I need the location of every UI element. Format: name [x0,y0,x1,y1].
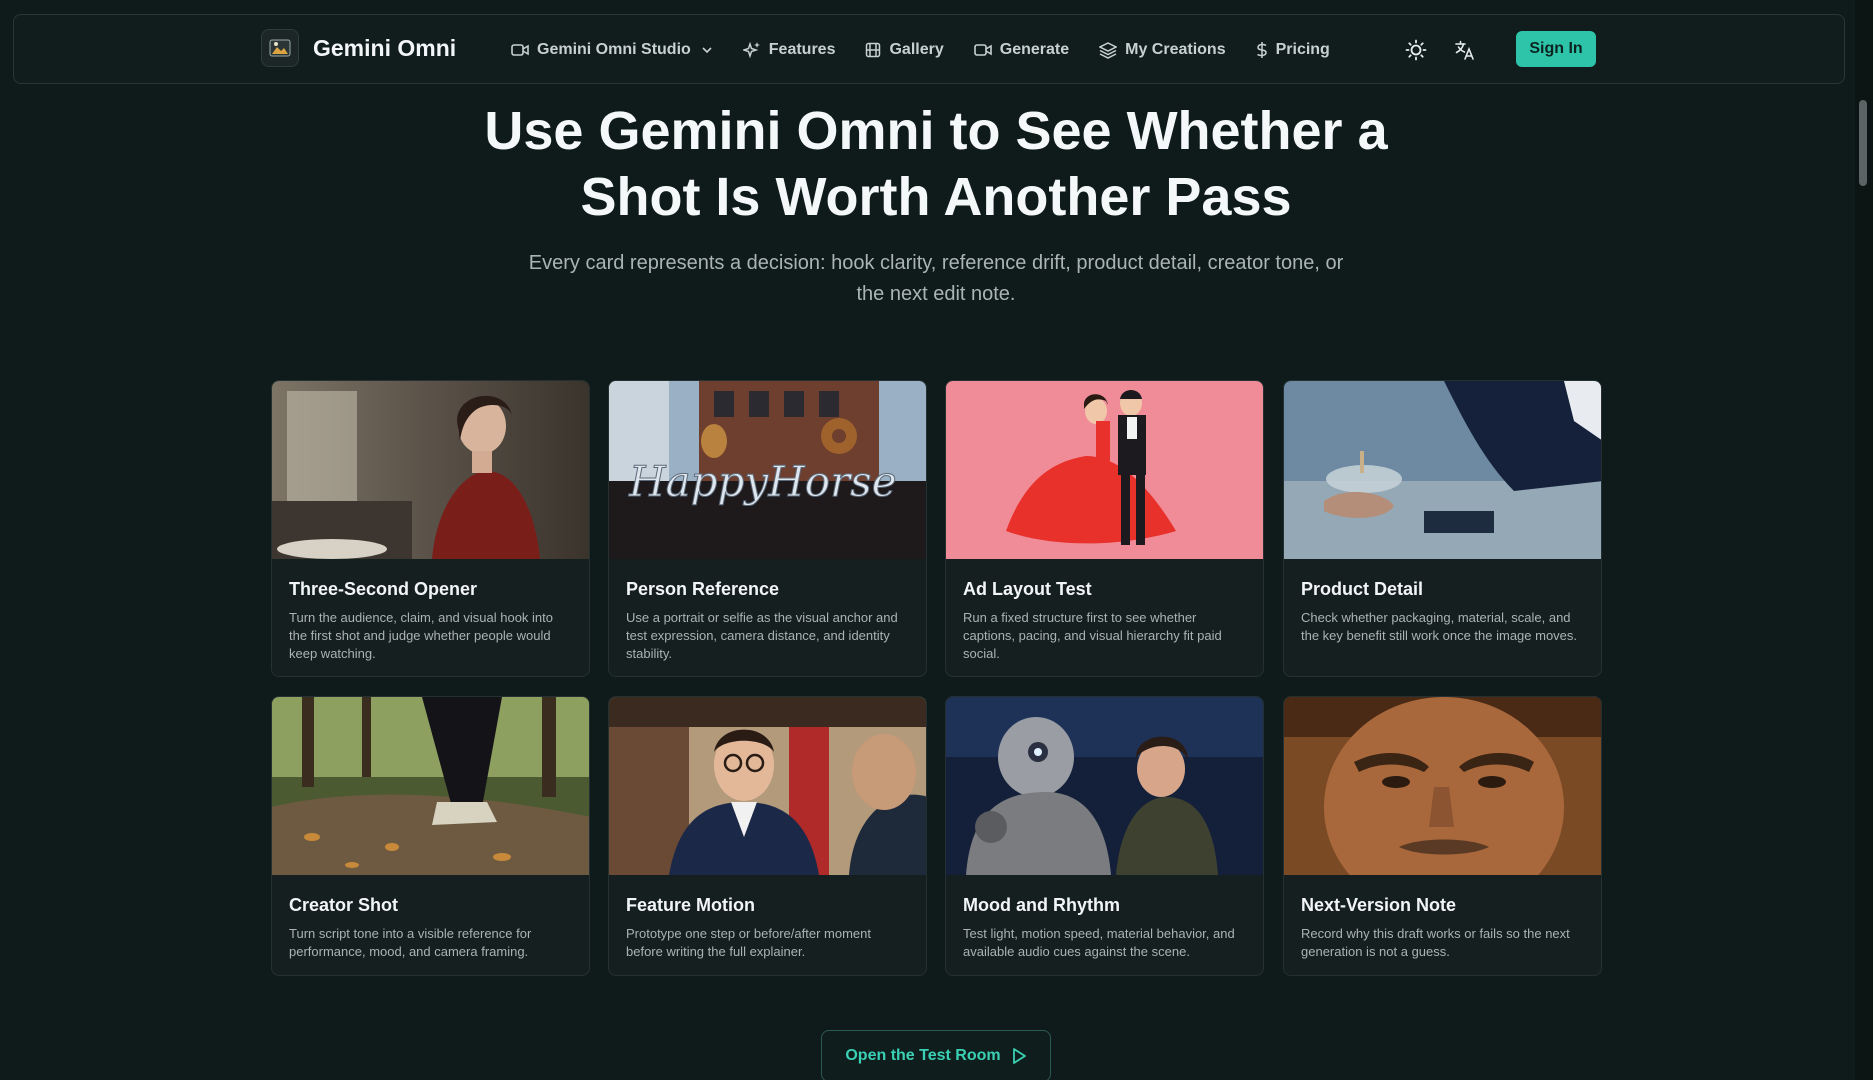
card-image [1284,381,1601,559]
dollar-icon [1256,42,1267,58]
sun-icon [1405,39,1427,61]
card-description: Record why this draft works or fails so … [1301,926,1570,959]
nav-label: My Creations [1125,41,1226,58]
translate-icon [1455,40,1474,60]
nav-label: Gemini Omni Studio [537,41,691,58]
card-three-second-opener[interactable]: Three-Second Opener Turn the audience, c… [271,380,590,677]
open-test-room-button[interactable]: Open the Test Room [821,1030,1051,1080]
card-image [946,381,1263,559]
card-title: Ad Layout Test [963,579,1092,599]
card-description: Use a portrait or selfie as the visual a… [626,610,898,661]
card-feature-motion[interactable]: Feature Motion Prototype one step or bef… [608,696,927,976]
nav-item-features[interactable]: Features [742,41,836,59]
video-icon [973,44,992,56]
card-title: Person Reference [626,579,780,599]
hero-subtitle: Every card represents a decision: hook c… [528,252,1344,305]
card-title: Next-Version Note [1301,895,1457,915]
card-image [946,697,1263,875]
layers-icon [1099,42,1118,59]
scrollbar-thumb[interactable] [1859,100,1867,186]
card-product-detail[interactable]: Product Detail Check whether packaging, … [1283,380,1602,677]
cta-label: Open the Test Room [845,1047,1001,1064]
card-description: Turn script tone into a visible referenc… [289,926,532,959]
card-title: Three-Second Opener [289,579,478,599]
page-scrollbar[interactable] [1855,0,1873,1080]
card-image [1284,697,1601,875]
card-title: Feature Motion [626,895,755,915]
card-ad-layout-test[interactable]: Ad Layout Test Run a fixed structure fir… [945,380,1264,677]
nav-item-pricing[interactable]: Pricing [1256,41,1330,59]
language-button[interactable] [1452,37,1478,63]
nav-item-studio[interactable]: Gemini Omni Studio [511,41,713,59]
nav-item-generate[interactable]: Generate [973,41,1070,59]
card-image: HappyHorse [609,381,926,559]
storefront-sign-text: HappyHorse [628,457,897,506]
card-description: Prototype one step or before/after momen… [626,926,871,959]
nav-item-gallery[interactable]: Gallery [865,41,944,59]
card-description: Run a fixed structure first to see wheth… [963,610,1222,661]
card-description: Test light, motion speed, material behav… [963,926,1235,959]
video-icon [511,44,529,56]
card-description: Check whether packaging, material, scale… [1301,610,1578,643]
card-image [272,697,589,875]
nav-item-my-creations[interactable]: My Creations [1099,41,1226,59]
main-nav: Gemini Omni Studio Features Gallery Gene… [511,15,1360,85]
card-title: Mood and Rhythm [963,895,1120,915]
chevron-down-icon [702,47,712,54]
nav-label: Gallery [889,41,944,58]
nav-label: Generate [999,41,1070,58]
card-person-reference[interactable]: HappyHorse Person Reference Use a portra… [608,380,927,677]
card-mood-and-rhythm[interactable]: Mood and Rhythm Test light, motion speed… [945,696,1264,976]
top-navigation-bar: Gemini Omni Gemini Omni Studio Features … [13,14,1845,84]
card-image [272,381,589,559]
card-creator-shot[interactable]: Creator Shot Turn script tone into a vis… [271,696,590,976]
play-icon [1012,1048,1026,1064]
logo-icon [261,29,299,67]
card-title: Creator Shot [289,895,399,915]
brand-logo[interactable]: Gemini Omni [261,29,456,67]
theme-toggle-button[interactable] [1403,37,1429,63]
sparkles-icon [742,41,760,59]
card-description: Turn the audience, claim, and visual hoo… [289,610,554,661]
card-image [609,697,926,875]
card-title: Product Detail [1301,579,1424,599]
film-icon [866,42,881,58]
card-next-version-note[interactable]: Next-Version Note Record why this draft … [1283,696,1602,976]
hero-title: Use Gemini Omni to See Whether a Shot Is… [484,101,1388,227]
nav-label: Features [768,41,836,58]
nav-label: Pricing [1275,41,1330,58]
sign-in-button[interactable]: Sign In [1516,31,1596,67]
brand-name: Gemini Omni [313,34,457,61]
